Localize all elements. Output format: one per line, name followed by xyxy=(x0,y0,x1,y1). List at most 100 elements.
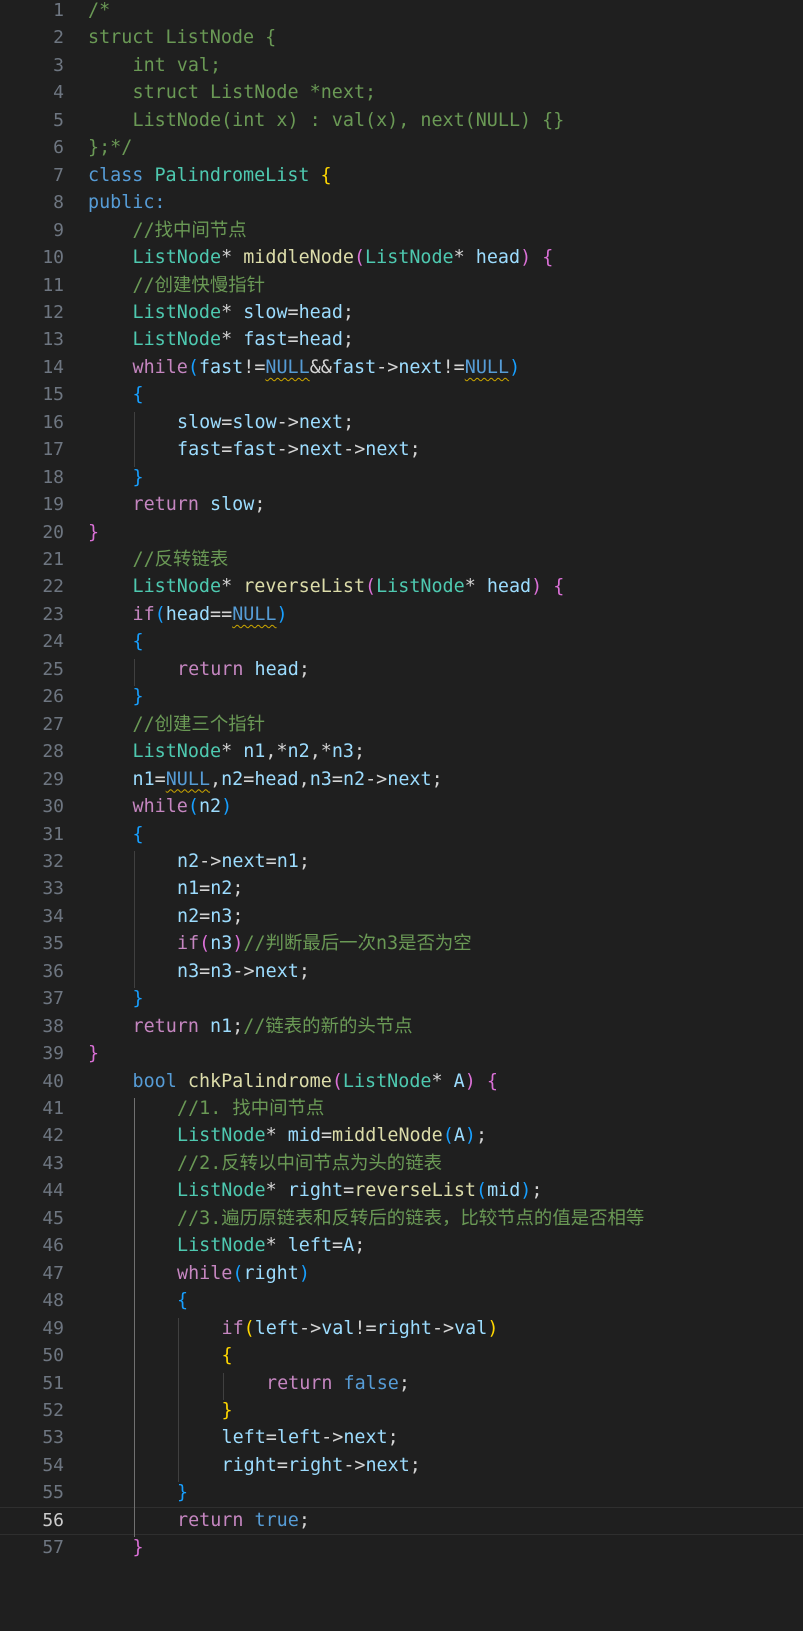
code-line[interactable]: 26} xyxy=(0,683,803,712)
code-text[interactable]: ListNode* reverseList(ListNode* head) { xyxy=(133,573,565,602)
code-line[interactable]: 5 ListNode(int x) : val(x), next(NULL) {} xyxy=(0,107,803,136)
code-text[interactable]: return n1;//链表的新的头节点 xyxy=(133,1013,413,1042)
code-line[interactable]: 29 n1=NULL,n2=head,n3=n2->next; xyxy=(0,766,803,795)
code-text[interactable]: right=right->next; xyxy=(222,1452,421,1481)
code-text[interactable]: } xyxy=(177,1479,188,1508)
code-text[interactable]: //创建快慢指针 xyxy=(133,272,266,301)
code-text[interactable]: while(right) xyxy=(177,1260,310,1289)
code-text[interactable]: while(fast!=NULL&&fast->next!=NULL) xyxy=(133,354,521,383)
code-text[interactable]: ListNode* mid=middleNode(A); xyxy=(177,1122,487,1151)
code-text[interactable]: if(n3)//判断最后一次n3是否为空 xyxy=(177,930,472,959)
code-line[interactable]: 36 n3=n3->next; xyxy=(0,958,803,987)
code-line[interactable]: 48 { xyxy=(0,1287,803,1316)
code-line[interactable]: 40 bool chkPalindrome(ListNode* A) { xyxy=(0,1068,803,1097)
code-text[interactable]: { xyxy=(133,381,144,410)
code-line[interactable]: 50 { xyxy=(0,1342,803,1371)
code-text[interactable]: ListNode(int x) : val(x), next(NULL) {} xyxy=(133,107,565,136)
code-text[interactable]: } xyxy=(88,519,99,548)
code-line[interactable]: 39} xyxy=(0,1040,803,1069)
code-line[interactable]: 54 right=right->next; xyxy=(0,1452,803,1481)
code-text[interactable]: ListNode* right=reverseList(mid); xyxy=(177,1177,542,1206)
code-line[interactable]: 3 int val; xyxy=(0,52,803,81)
code-text[interactable]: slow=slow->next; xyxy=(177,409,354,438)
code-line[interactable]: 41 //1. 找中间节点 xyxy=(0,1095,803,1124)
code-line[interactable]: 4 struct ListNode *next; xyxy=(0,79,803,108)
code-text[interactable]: if(head==NULL) xyxy=(133,601,288,630)
code-line[interactable]: 7 class PalindromeList { xyxy=(0,162,803,191)
code-text[interactable]: } xyxy=(133,683,144,712)
code-line[interactable]: 47 while(right) xyxy=(0,1260,803,1289)
code-line[interactable]: 35 if(n3)//判断最后一次n3是否为空 xyxy=(0,930,803,959)
code-line[interactable]: 49 if(left->val!=right->val) xyxy=(0,1315,803,1344)
code-text[interactable]: ListNode* slow=head; xyxy=(133,299,354,328)
code-text[interactable]: //1. 找中间节点 xyxy=(177,1095,324,1124)
code-line[interactable]: 52} xyxy=(0,1397,803,1426)
code-line[interactable]: 43 //2.反转以中间节点为头的链表 xyxy=(0,1150,803,1179)
code-line[interactable]: 33 n1=n2; xyxy=(0,875,803,904)
code-line[interactable]: 42 ListNode* mid=middleNode(A); xyxy=(0,1122,803,1151)
code-text[interactable]: n2->next=n1; xyxy=(177,848,310,877)
code-line[interactable]: 15 { xyxy=(0,381,803,410)
code-text[interactable]: return head; xyxy=(177,656,310,685)
code-line[interactable]: 14 while(fast!=NULL&&fast->next!=NULL) xyxy=(0,354,803,383)
code-line[interactable]: 44 ListNode* right=reverseList(mid); xyxy=(0,1177,803,1206)
code-line[interactable]: 34 n2=n3; xyxy=(0,903,803,932)
code-text[interactable]: fast=fast->next->next; xyxy=(177,436,421,465)
code-text[interactable]: while(n2) xyxy=(133,793,233,822)
code-text[interactable]: //3.遍历原链表和反转后的链表，比较节点的值是否相等 xyxy=(177,1205,644,1234)
code-text[interactable]: class PalindromeList { xyxy=(88,162,332,191)
code-text[interactable]: { xyxy=(177,1287,188,1316)
code-line[interactable]: 16 slow=slow->next; xyxy=(0,409,803,438)
code-line[interactable]: 37} xyxy=(0,985,803,1014)
code-line[interactable]: 9 //找中间节点 xyxy=(0,217,803,246)
code-line[interactable]: 32 n2->next=n1; xyxy=(0,848,803,877)
code-line[interactable]: 55} xyxy=(0,1479,803,1508)
code-text[interactable]: return slow; xyxy=(133,491,266,520)
code-text[interactable]: } xyxy=(133,464,144,493)
code-line[interactable]: 27 //创建三个指针 xyxy=(0,711,803,740)
code-text[interactable]: { xyxy=(133,628,144,657)
code-text[interactable]: n1=n2; xyxy=(177,875,243,904)
code-text[interactable]: //找中间节点 xyxy=(133,217,247,246)
code-text[interactable]: n2=n3; xyxy=(177,903,243,932)
code-line[interactable]: 57} xyxy=(0,1534,803,1563)
code-line[interactable]: 17 fast=fast->next->next; xyxy=(0,436,803,465)
code-text[interactable]: ListNode* left=A; xyxy=(177,1232,365,1261)
code-text[interactable]: } xyxy=(88,1040,99,1069)
code-line[interactable]: 2 struct ListNode { xyxy=(0,24,803,53)
code-text[interactable]: //创建三个指针 xyxy=(133,711,266,740)
code-text[interactable]: bool chkPalindrome(ListNode* A) { xyxy=(133,1068,498,1097)
code-line[interactable]: 19 return slow; xyxy=(0,491,803,520)
code-text[interactable]: struct ListNode *next; xyxy=(133,79,377,108)
code-line[interactable]: 1 /* xyxy=(0,0,803,26)
code-line[interactable]: 6};*/ xyxy=(0,134,803,163)
code-line[interactable]: 51 return false; xyxy=(0,1370,803,1399)
code-line[interactable]: 53 left=left->next; xyxy=(0,1424,803,1453)
code-line[interactable]: 31 { xyxy=(0,821,803,850)
code-text[interactable]: } xyxy=(133,985,144,1014)
code-text[interactable]: left=left->next; xyxy=(222,1424,399,1453)
code-text[interactable]: public: xyxy=(88,189,166,218)
code-text[interactable]: { xyxy=(222,1342,233,1371)
code-line[interactable]: 18} xyxy=(0,464,803,493)
code-line[interactable]: 45 //3.遍历原链表和反转后的链表，比较节点的值是否相等 xyxy=(0,1205,803,1234)
code-line[interactable]: 11 //创建快慢指针 xyxy=(0,272,803,301)
code-text[interactable]: } xyxy=(222,1397,233,1426)
code-text[interactable]: return false; xyxy=(266,1370,410,1399)
code-line[interactable]: 25 return head; xyxy=(0,656,803,685)
code-text[interactable]: ListNode* n1,*n2,*n3; xyxy=(133,738,366,767)
code-editor[interactable]: 1 /* 2 struct ListNode {3 int val; 4 struct Li… xyxy=(0,0,803,1631)
code-text[interactable]: //反转链表 xyxy=(133,546,229,575)
code-text[interactable]: if(left->val!=right->val) xyxy=(222,1315,499,1344)
code-line[interactable]: 30 while(n2) xyxy=(0,793,803,822)
code-text[interactable]: n3=n3->next; xyxy=(177,958,310,987)
code-text[interactable]: /* xyxy=(88,0,110,26)
code-line[interactable]: 8 public: xyxy=(0,189,803,218)
code-text[interactable]: struct ListNode { xyxy=(88,24,276,53)
code-line[interactable]: 22 ListNode* reverseList(ListNode* head) … xyxy=(0,573,803,602)
code-text[interactable]: { xyxy=(133,821,144,850)
code-text[interactable]: n1=NULL,n2=head,n3=n2->next; xyxy=(133,766,443,795)
code-line[interactable]: 38 return n1;//链表的新的头节点 xyxy=(0,1013,803,1042)
code-text[interactable]: return true; xyxy=(177,1507,310,1536)
code-line[interactable]: 46 ListNode* left=A; xyxy=(0,1232,803,1261)
